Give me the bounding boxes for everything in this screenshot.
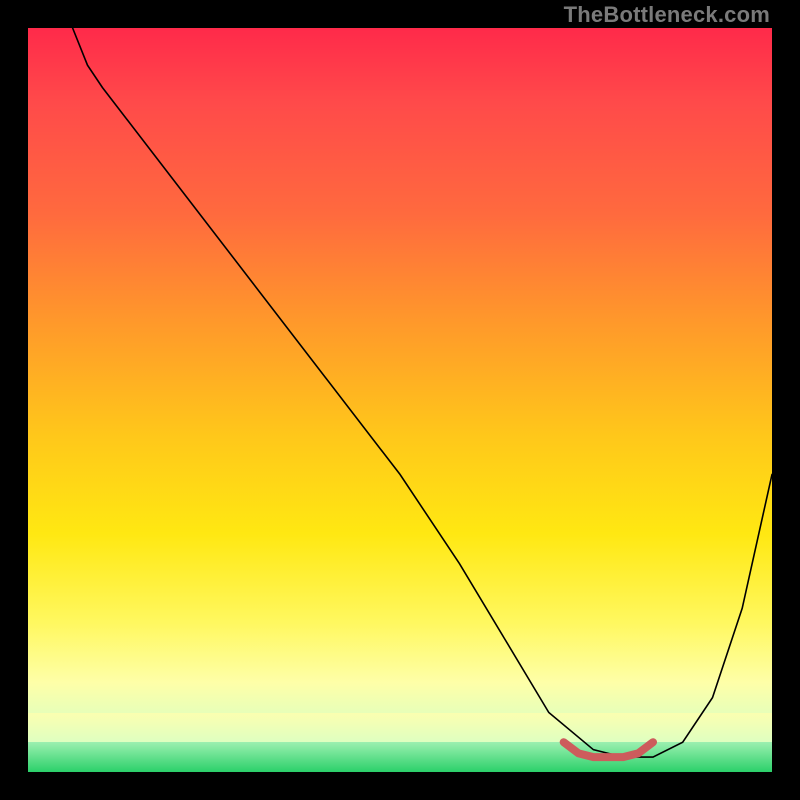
curve-layer xyxy=(28,28,772,772)
plot-area xyxy=(28,28,772,772)
bottleneck-curve xyxy=(73,28,772,757)
chart-frame: TheBottleneck.com xyxy=(0,0,800,800)
optimal-range-marker xyxy=(564,742,653,757)
watermark: TheBottleneck.com xyxy=(564,2,770,28)
